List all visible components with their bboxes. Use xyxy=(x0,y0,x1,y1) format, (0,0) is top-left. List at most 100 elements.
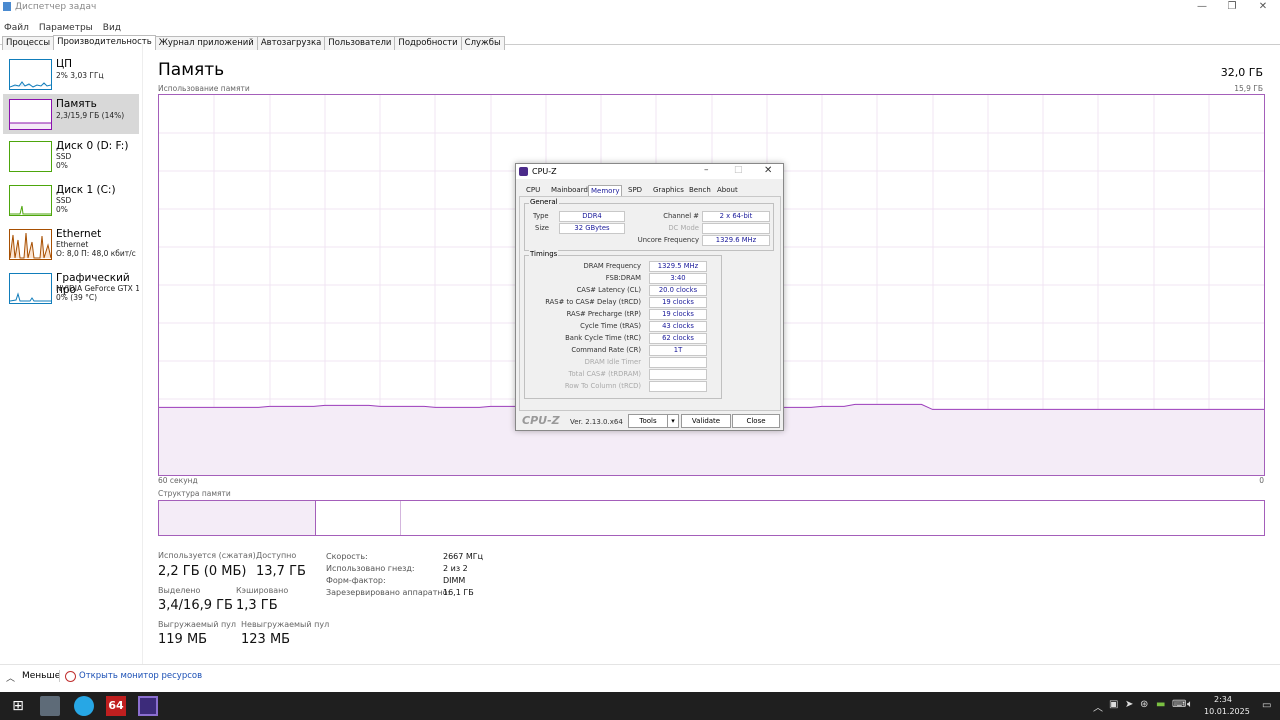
cpuz-tools-button[interactable]: Tools xyxy=(628,414,668,428)
in-use-value: 2,2 ГБ (0 МБ) xyxy=(158,564,247,579)
form-factor-value: DIMM xyxy=(443,576,466,585)
cpuz-title: CPU-Z xyxy=(532,167,557,176)
sidebar-item-label: Память xyxy=(56,98,97,110)
tray-telegram-icon[interactable]: ➤ xyxy=(1125,699,1133,710)
sidebar-item-disk1[interactable]: Диск 1 (C:) SSD 0% xyxy=(3,180,139,220)
cpuz-channel-value: 2 x 64-bit xyxy=(702,211,770,222)
telegram-icon[interactable] xyxy=(74,696,94,716)
close-button[interactable]: ✕ xyxy=(1248,0,1278,14)
open-resource-monitor-link[interactable]: Открыть монитор ресурсов xyxy=(79,671,202,681)
sidebar-item-label: Диск 1 (C:) xyxy=(56,184,116,196)
cpuz-timing-label: RAS# to CAS# Delay (tRCD) xyxy=(545,298,641,306)
cpuz-tab-spd[interactable]: SPD xyxy=(626,185,644,196)
cpuz-uncore-label: Uncore Frequency xyxy=(637,236,699,244)
reserved-value: 16,1 ГБ xyxy=(443,588,474,597)
sidebar-item-disk0[interactable]: Диск 0 (D: F:) SSD 0% xyxy=(3,136,139,176)
cached-label: Кэшировано xyxy=(236,586,289,595)
cpuz-title-bar: CPU-Z – □ ✕ xyxy=(516,164,783,179)
sidebar-item-cpu[interactable]: ЦП 2% 3,03 ГГц xyxy=(3,54,139,94)
sidebar-divider xyxy=(142,44,143,664)
cpuz-maximize-button[interactable]: □ xyxy=(734,165,743,175)
file-explorer-icon[interactable] xyxy=(40,696,60,716)
cached-value: 1,3 ГБ xyxy=(236,598,278,613)
sidebar-item-detail: 0% xyxy=(56,161,68,170)
sidebar-item-gpu[interactable]: Графический про NVIDIA GeForce GTX 106 0… xyxy=(3,268,139,308)
disk0-thumbnail-graph xyxy=(9,141,52,172)
aida64-icon[interactable]: 64 xyxy=(106,696,126,716)
clock-time[interactable]: 2:34 xyxy=(1214,695,1232,704)
cpuz-timing-value: 20.0 clocks xyxy=(649,285,707,296)
sidebar-item-detail: 0% xyxy=(56,205,68,214)
tray-volume-icon[interactable]: 🔈︎ xyxy=(1187,699,1193,710)
cpuz-tab-about[interactable]: About xyxy=(715,185,740,196)
fewer-details-button[interactable]: Меньше xyxy=(22,671,60,681)
cpuz-close-icon[interactable]: ✕ xyxy=(764,165,772,176)
resource-monitor-icon xyxy=(65,671,76,682)
tab-details[interactable]: Подробности xyxy=(394,36,462,50)
start-icon[interactable]: ⊞ xyxy=(8,696,28,716)
sidebar-item-detail: SSD xyxy=(56,196,72,205)
slots-value: 2 из 2 xyxy=(443,564,468,573)
cpuz-tab-graphics[interactable]: Graphics xyxy=(651,185,686,196)
chevron-up-icon[interactable]: ︿ xyxy=(6,671,15,684)
tray-keyboard-icon[interactable]: ⌨ xyxy=(1172,699,1186,710)
sidebar-item-detail: 2,3/15,9 ГБ (14%) xyxy=(56,111,125,120)
cpuz-close-button[interactable]: Close xyxy=(732,414,780,428)
sidebar-item-detail: О: 8,0 П: 48,0 кбит/с xyxy=(56,249,136,258)
cpuz-timing-label: Cycle Time (tRAS) xyxy=(580,322,641,330)
cpuz-tab-bench[interactable]: Bench xyxy=(687,185,713,196)
cpuz-channel-label: Channel # xyxy=(663,212,699,220)
tray-network-adapter-icon[interactable]: ⊛ xyxy=(1140,699,1148,710)
maximize-button[interactable]: ❐ xyxy=(1217,0,1247,14)
cpuz-dcmode-label: DC Mode xyxy=(668,224,699,232)
cpuz-timing-label: Total CAS# (tRDRAM) xyxy=(568,370,642,378)
tab-app-history[interactable]: Журнал приложений xyxy=(154,36,258,50)
speed-label: Скорость: xyxy=(326,552,368,561)
tray-chevron-up-icon[interactable]: ︿ xyxy=(1093,699,1103,714)
cpuz-window[interactable]: CPU-Z – □ ✕ CPU Mainboard Memory SPD Gra… xyxy=(515,163,784,431)
tab-users[interactable]: Пользователи xyxy=(324,36,396,50)
cpuz-tab-mainboard[interactable]: Mainboard xyxy=(549,185,590,196)
cpuz-size-label: Size xyxy=(535,224,549,232)
cpuz-timings-group: Timings DRAM Frequency 1329.5 MHz FSB:DRAM… xyxy=(524,250,722,399)
available-label: Доступно xyxy=(256,551,297,560)
cpuz-tab-cpu[interactable]: CPU xyxy=(524,185,542,196)
sidebar-item-ethernet[interactable]: Ethernet Ethernet О: 8,0 П: 48,0 кбит/с xyxy=(3,224,139,264)
sidebar-item-detail: Ethernet xyxy=(56,240,89,249)
sidebar-item-detail: SSD xyxy=(56,152,72,161)
structure-in-use xyxy=(159,501,316,535)
footer-separator xyxy=(59,670,60,682)
cpuz-timing-label: FSB:DRAM xyxy=(605,274,641,282)
cpuz-timing-value xyxy=(649,369,707,380)
cpuz-validate-button[interactable]: Validate xyxy=(681,414,731,428)
tab-performance[interactable]: Производительность xyxy=(53,35,156,50)
gpu-thumbnail-graph xyxy=(9,273,52,304)
nonpaged-pool-value: 123 МБ xyxy=(241,632,291,647)
cpuz-timing-label: Row To Column (tRCD) xyxy=(564,382,641,390)
cpuz-timing-value: 3:40 xyxy=(649,273,707,284)
tab-processes[interactable]: Процессы xyxy=(2,36,55,50)
cpuz-timing-label: Command Rate (CR) xyxy=(571,346,641,354)
tray-app-icon[interactable]: ▣ xyxy=(1109,699,1118,710)
tab-startup[interactable]: Автозагрузка xyxy=(256,36,326,50)
in-use-label: Используется (сжатая) xyxy=(158,551,256,560)
menu-bar: Файл Параметры Вид xyxy=(0,15,127,33)
cpuz-memory-panel: General Type DDR4 Size 32 GBytes Channel… xyxy=(519,196,781,411)
cpuz-brand-logo: CPU-Z xyxy=(522,414,560,427)
minimize-button[interactable]: — xyxy=(1187,0,1217,14)
cpuz-tools-dropdown-icon[interactable]: ▾ xyxy=(667,414,679,428)
sidebar-item-memory[interactable]: Память 2,3/15,9 ГБ (14%) xyxy=(3,94,139,134)
cpuz-minimize-button[interactable]: – xyxy=(704,165,709,175)
sidebar-item-detail: 2% 3,03 ГГц xyxy=(56,71,104,80)
tab-services[interactable]: Службы xyxy=(460,36,505,50)
window-title: Диспетчер задач xyxy=(15,2,97,12)
cpuz-timing-value xyxy=(649,381,707,392)
cpuz-taskbar-icon[interactable] xyxy=(138,696,158,716)
tray-nvidia-icon[interactable]: ▬ xyxy=(1156,699,1165,710)
clock-date[interactable]: 10.01.2025 xyxy=(1204,707,1250,716)
cpuz-timing-value: 43 clocks xyxy=(649,321,707,332)
title-bar: Диспетчер задач — ❐ ✕ xyxy=(0,0,1280,14)
cpuz-timing-label: RAS# Precharge (tRP) xyxy=(566,310,641,318)
slots-label: Использовано гнезд: xyxy=(326,564,415,573)
notifications-icon[interactable]: ▭ xyxy=(1262,700,1271,711)
